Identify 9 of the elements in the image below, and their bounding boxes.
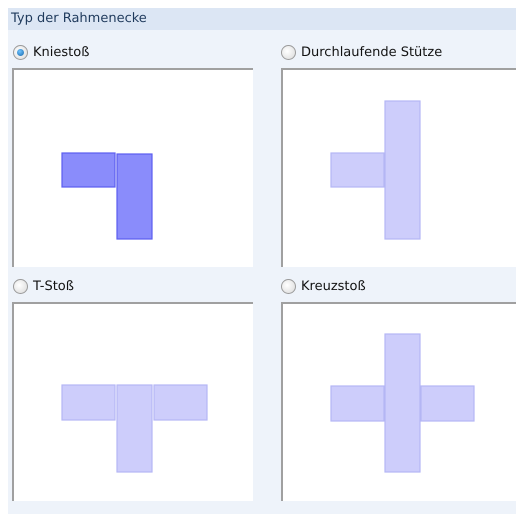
radio-button[interactable] <box>281 44 296 60</box>
radio-button[interactable] <box>13 44 28 60</box>
radio-label[interactable]: Kniestoß <box>33 44 90 60</box>
radio-button[interactable] <box>13 278 28 294</box>
radio-label[interactable]: Durchlaufende Stütze <box>301 44 442 60</box>
radio-button[interactable] <box>281 278 296 294</box>
group-header: Typ der Rahmenecke <box>8 8 516 30</box>
radio-label[interactable]: Kreuzstoß <box>301 278 366 294</box>
radio-label[interactable]: T-Stoß <box>33 278 74 294</box>
